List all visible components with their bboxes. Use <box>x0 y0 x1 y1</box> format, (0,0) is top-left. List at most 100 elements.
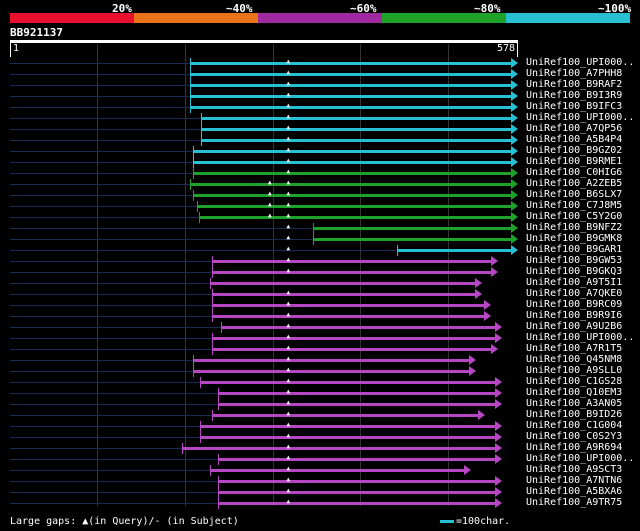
hit-segment[interactable] <box>190 84 512 87</box>
hit-segment[interactable] <box>212 293 476 296</box>
gap-marker-icon: ▲ <box>286 454 291 461</box>
hit-segment[interactable] <box>220 326 497 329</box>
hit-name-link[interactable]: UniRef100_UPI000.. <box>526 112 634 123</box>
hit-segment[interactable] <box>192 172 512 175</box>
hit-segment[interactable] <box>218 491 497 494</box>
hit-track <box>10 239 314 240</box>
hit-segment[interactable] <box>212 260 492 263</box>
gap-marker-icon: ▲ <box>286 157 291 164</box>
hit-segment[interactable] <box>197 205 512 208</box>
hit-segment[interactable] <box>218 502 497 505</box>
hit-name-link[interactable]: UniRef100_C7J8M5 <box>526 200 622 211</box>
gap-marker-icon: ▲ <box>286 421 291 428</box>
hit-segment[interactable] <box>212 414 479 417</box>
hit-segment[interactable] <box>313 238 512 241</box>
hit-name-link[interactable]: UniRef100_B9ID26 <box>526 409 622 420</box>
hit-name-link[interactable]: UniRef100_A9U2B6 <box>526 321 622 332</box>
hit-track <box>10 283 211 284</box>
hit-name-link[interactable]: UniRef100_B9IFC3 <box>526 101 622 112</box>
hit-segment[interactable] <box>218 403 497 406</box>
hit-segment[interactable] <box>218 458 497 461</box>
hit-name-link[interactable]: UniRef100_A3AN05 <box>526 398 622 409</box>
hit-name-link[interactable]: UniRef100_B9RAF2 <box>526 79 622 90</box>
gap-marker-icon: ▲ <box>286 476 291 483</box>
hit-name-link[interactable]: UniRef100_B9GMK8 <box>526 233 622 244</box>
hit-name-link[interactable]: UniRef100_C1G004 <box>526 420 622 431</box>
hit-name-link[interactable]: UniRef100_B9GKQ3 <box>526 266 622 277</box>
hit-segment[interactable] <box>200 128 512 131</box>
hit-segment[interactable] <box>396 249 512 252</box>
hit-segment[interactable] <box>199 425 497 428</box>
gap-marker-icon: ▲ <box>286 80 291 87</box>
hit-track <box>10 118 201 119</box>
hit-segment[interactable] <box>192 370 470 373</box>
hit-name-link[interactable]: UniRef100_A9R694 <box>526 442 622 453</box>
hit-segment[interactable] <box>190 73 512 76</box>
hit-segment[interactable] <box>212 337 497 340</box>
hit-name-link[interactable]: UniRef100_A2ZEB5 <box>526 178 622 189</box>
hit-name-link[interactable]: UniRef100_UPI000.. <box>526 453 634 464</box>
hit-name-link[interactable]: UniRef100_A7QP56 <box>526 123 622 134</box>
hit-name-link[interactable]: UniRef100_C5Y2G0 <box>526 211 622 222</box>
hit-segment[interactable] <box>212 348 492 351</box>
hit-segment[interactable] <box>218 480 497 483</box>
hit-name-link[interactable]: UniRef100_C0S2Y3 <box>526 431 622 442</box>
hit-name-link[interactable]: UniRef100_C0HIG6 <box>526 167 622 178</box>
hit-name-link[interactable]: UniRef100_C1GS28 <box>526 376 622 387</box>
hit-name-link[interactable]: UniRef100_B9GW53 <box>526 255 622 266</box>
hit-name-link[interactable]: UniRef100_A7QKE0 <box>526 288 622 299</box>
hit-segment[interactable] <box>192 359 470 362</box>
hit-track <box>10 195 193 196</box>
hit-segment[interactable] <box>192 150 512 153</box>
hit-name-link[interactable]: UniRef100_A7R1T5 <box>526 343 622 354</box>
hit-segment[interactable] <box>199 381 497 384</box>
hit-segment[interactable] <box>210 282 476 285</box>
hit-segment[interactable] <box>190 183 512 186</box>
hit-name-link[interactable]: UniRef100_B9I3R9 <box>526 90 622 101</box>
hit-name-link[interactable]: UniRef100_A7PHH8 <box>526 68 622 79</box>
hit-name-link[interactable]: UniRef100_A5B4P4 <box>526 134 622 145</box>
hit-name-link[interactable]: UniRef100_UPI000.. <box>526 57 634 68</box>
hit-segment[interactable] <box>190 95 512 98</box>
gap-marker-icon: ▲ <box>286 432 291 439</box>
hit-name-link[interactable]: UniRef100_B9GAR1 <box>526 244 622 255</box>
hit-name-link[interactable]: UniRef100_A9SLL0 <box>526 365 622 376</box>
hit-name-link[interactable]: UniRef100_B6SLX7 <box>526 189 622 200</box>
hit-segment[interactable] <box>313 227 512 230</box>
hit-segment[interactable] <box>209 469 466 472</box>
hit-name-link[interactable]: UniRef100_B9NFZ2 <box>526 222 622 233</box>
hit-name-link[interactable]: UniRef100_B9R9I6 <box>526 310 622 321</box>
hit-name-link[interactable]: UniRef100_A9T5I1 <box>526 277 622 288</box>
hit-segment[interactable] <box>200 117 512 120</box>
hit-segment[interactable] <box>199 436 497 439</box>
hit-name-link[interactable]: UniRef100_A9TR75 <box>526 497 622 508</box>
hit-track <box>10 228 314 229</box>
hit-segment[interactable] <box>192 161 512 164</box>
gap-marker-icon: ▲ <box>286 179 291 186</box>
hit-segment[interactable] <box>212 271 492 274</box>
hit-segment[interactable] <box>182 447 497 450</box>
hit-name-link[interactable]: UniRef100_Q45NM8 <box>526 354 622 365</box>
hit-name-link[interactable]: UniRef100_A5BXA6 <box>526 486 622 497</box>
hit-segment[interactable] <box>212 315 485 318</box>
hit-track <box>10 448 183 449</box>
hit-name-link[interactable]: UniRef100_B9GZ02 <box>526 145 622 156</box>
hit-track <box>10 96 191 97</box>
hit-segment[interactable] <box>212 304 485 307</box>
hit-segment[interactable] <box>198 216 512 219</box>
hit-name-link[interactable]: UniRef100_B9RC09 <box>526 299 622 310</box>
hit-name-link[interactable]: UniRef100_Q10EM3 <box>526 387 622 398</box>
hit-name-link[interactable]: UniRef100_A9SCT3 <box>526 464 622 475</box>
hit-name-link[interactable]: UniRef100_B9RME1 <box>526 156 622 167</box>
hit-segment[interactable] <box>190 62 512 65</box>
hit-track <box>10 371 193 372</box>
hit-segment[interactable] <box>190 106 512 109</box>
gap-marker-icon: ▲ <box>286 333 291 340</box>
hit-arrow-icon <box>511 179 518 189</box>
hit-segment[interactable] <box>218 392 497 395</box>
hit-name-link[interactable]: UniRef100_UPI000.. <box>526 332 634 343</box>
hit-segment[interactable] <box>200 139 512 142</box>
hit-name-link[interactable]: UniRef100_A7NTN6 <box>526 475 622 486</box>
hit-track <box>10 63 191 64</box>
hit-segment[interactable] <box>192 194 512 197</box>
